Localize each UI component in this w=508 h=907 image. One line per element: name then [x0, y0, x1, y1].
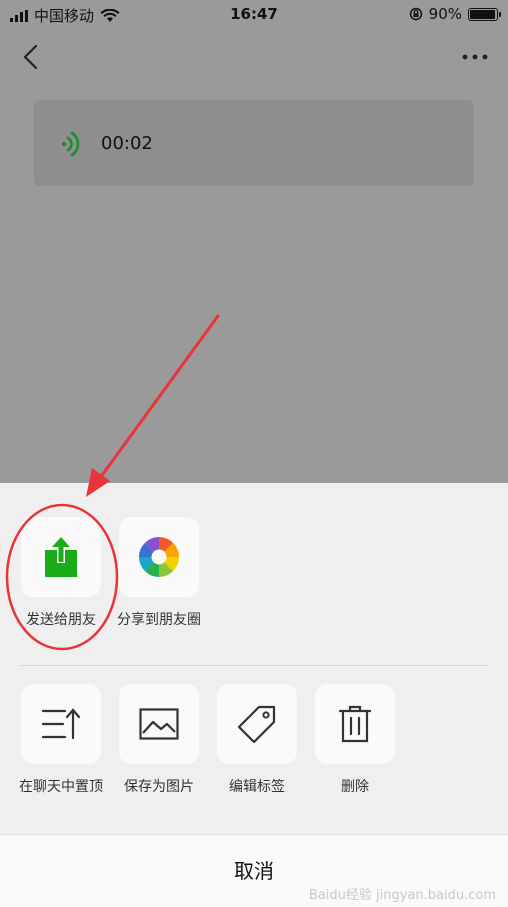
battery-icon	[468, 7, 501, 21]
tag-icon	[237, 705, 276, 744]
orientation-lock-icon	[409, 7, 422, 21]
pin-to-top-icon	[41, 708, 81, 740]
action-pin-to-top[interactable]: 在聊天中置顶	[13, 684, 109, 796]
voice-wave-icon	[61, 131, 80, 157]
action-send-to-friend[interactable]: 发送给朋友	[13, 517, 109, 629]
action-share-moments[interactable]: 分享到朋友圈	[111, 517, 207, 629]
sheet-divider	[20, 665, 488, 666]
battery-percent: 90%	[428, 5, 462, 23]
back-button[interactable]	[16, 42, 46, 72]
action-sheet: 发送给朋友 分享到朋友圈 在聊天中置顶 保存为图片 编辑标签 删除 取消 Bai…	[0, 483, 508, 907]
screen: 中国移动 16:47 90% 00:02 发送给朋友 分享到朋友圈 在聊天中置顶…	[0, 0, 508, 907]
image-icon	[139, 708, 179, 740]
action-label: 编辑标签	[229, 779, 285, 795]
action-save-as-image[interactable]: 保存为图片	[111, 684, 207, 796]
trash-icon	[338, 705, 372, 743]
watermark: Baidu经验 jingyan.baidu.com	[308, 888, 496, 903]
share-moments-button[interactable]	[119, 517, 199, 597]
more-horizontal-icon	[462, 54, 488, 60]
chevron-left-icon	[23, 44, 38, 70]
action-delete[interactable]: 删除	[307, 684, 403, 796]
status-right: 90%	[409, 5, 501, 23]
save-as-image-button[interactable]	[119, 684, 199, 764]
action-label: 在聊天中置顶	[19, 779, 103, 795]
action-label: 发送给朋友	[26, 612, 96, 628]
pin-to-top-button[interactable]	[21, 684, 101, 764]
edit-tags-button[interactable]	[217, 684, 297, 764]
status-bar: 中国移动 16:47 90%	[0, 0, 508, 30]
voice-message-card[interactable]: 00:02	[34, 100, 474, 186]
share-upload-icon	[45, 537, 77, 577]
action-label: 分享到朋友圈	[117, 612, 201, 628]
action-label: 删除	[341, 779, 369, 795]
moments-aperture-icon	[139, 537, 179, 577]
action-edit-tags[interactable]: 编辑标签	[209, 684, 305, 796]
voice-duration: 00:02	[101, 133, 153, 154]
action-label: 保存为图片	[124, 779, 194, 795]
delete-button[interactable]	[315, 684, 395, 764]
send-to-friend-button[interactable]	[21, 517, 101, 597]
more-button[interactable]	[460, 50, 490, 64]
